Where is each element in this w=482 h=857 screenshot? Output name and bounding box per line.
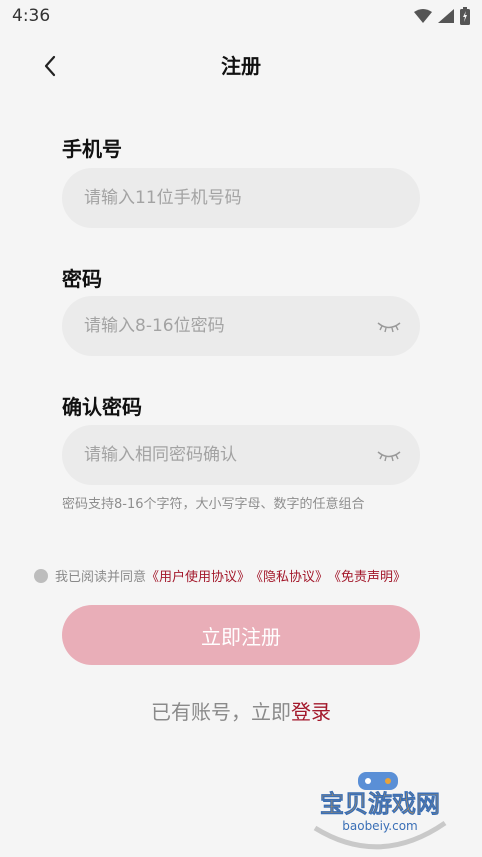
wifi-icon [414,9,432,23]
login-link[interactable]: 登录 [291,700,331,724]
password-input[interactable] [82,315,376,337]
confirm-password-input[interactable] [82,444,376,466]
status-icons [414,7,470,25]
battery-icon [460,7,470,25]
eye-closed-icon[interactable] [376,318,402,334]
login-prompt-text: 已有账号，立即 [151,700,291,724]
phone-field [62,168,420,228]
phone-input[interactable] [82,187,400,209]
login-prompt: 已有账号，立即登录 [0,696,482,725]
watermark-title: 宝贝游戏网 [320,790,440,818]
nav-bar: 注册 [0,36,482,92]
confirm-field [62,425,420,485]
privacy-link[interactable]: 《隐私协议》 [250,566,328,585]
chevron-left-icon [44,55,56,77]
status-time: 4:36 [12,6,51,26]
agree-radio[interactable] [34,568,48,583]
password-label: 密码 [62,267,102,291]
page-title: 注册 [221,53,261,78]
password-hint: 密码支持8-16个字符，大小写字母、数字的任意组合 [62,497,365,512]
user-agreement-link[interactable]: 《用户使用协议》 [146,566,250,585]
watermark-logo: 宝贝游戏网 baobeiy.com [313,772,447,850]
agreement-row: 我已阅读并同意 《用户使用协议》 《隐私协议》 《免责声明》 [34,566,406,585]
disclaimer-link[interactable]: 《免责声明》 [328,566,406,585]
signal-icon [438,9,454,23]
watermark-url: baobeiy.com [342,819,417,833]
phone-label: 手机号 [62,137,122,161]
register-button[interactable]: 立即注册 [62,605,420,665]
status-bar: 4:36 [0,0,482,32]
confirm-label: 确认密码 [62,395,142,419]
back-button[interactable] [30,46,70,86]
password-field [62,296,420,356]
agreement-prefix: 我已阅读并同意 [55,570,147,585]
eye-closed-icon[interactable] [376,447,402,463]
